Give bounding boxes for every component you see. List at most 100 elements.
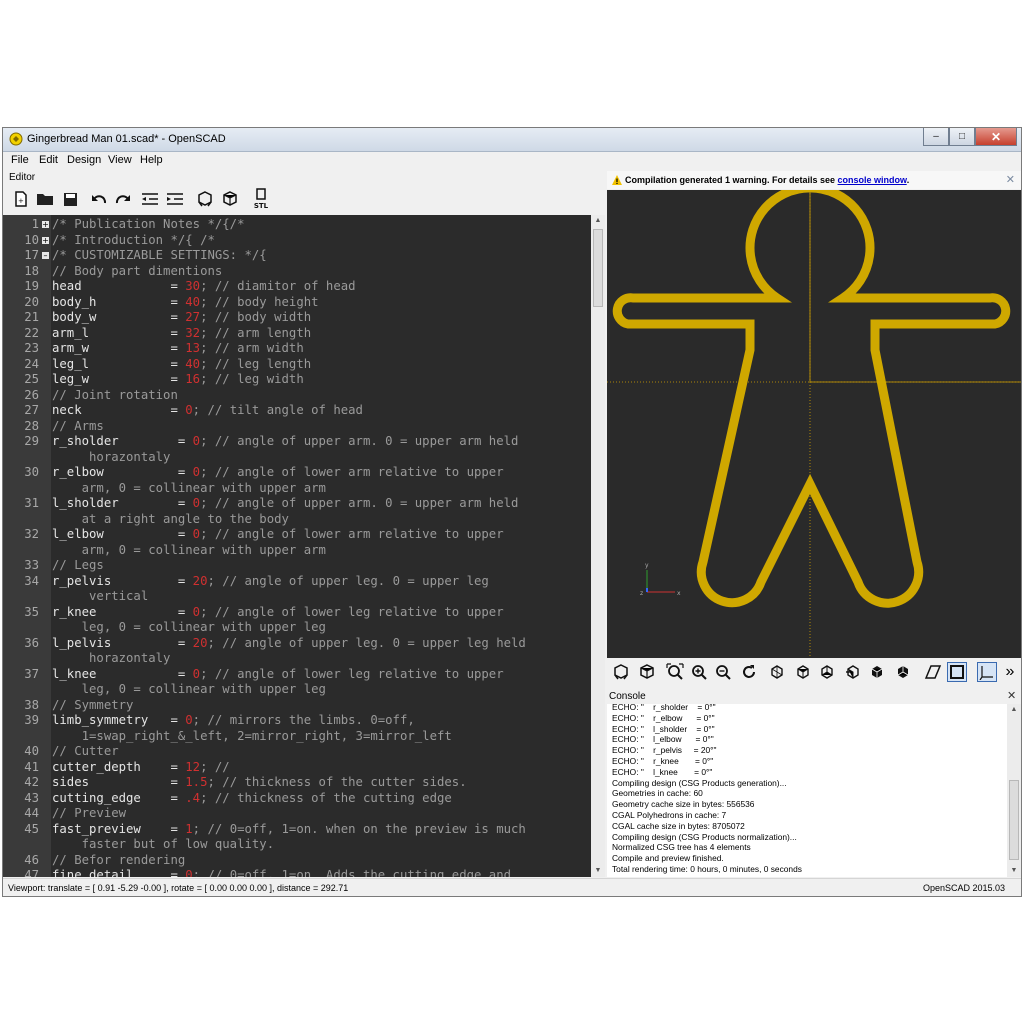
console-close-icon[interactable]: ✕ xyxy=(1007,689,1016,702)
code-line[interactable]: faster but of low quality. xyxy=(3,837,591,853)
code-line[interactable]: 32 l_elbow = 0; // angle of lower arm rel… xyxy=(3,527,591,543)
menu-view[interactable]: View xyxy=(108,154,132,166)
title-bar[interactable]: Gingerbread Man 01.scad* - OpenSCAD – □ … xyxy=(3,128,1021,152)
preview-icon[interactable] xyxy=(195,189,215,209)
code-token: // Legs xyxy=(52,558,104,572)
code-line[interactable]: horazontaly xyxy=(3,450,591,466)
code-line[interactable]: 24 leg_l = 40; // leg length xyxy=(3,357,591,373)
code-line[interactable]: 31 l_sholder = 0; // angle of upper arm. … xyxy=(3,496,591,512)
code-line[interactable]: 36 l_pelvis = 20; // angle of upper leg. … xyxy=(3,636,591,652)
openscad-logo-icon xyxy=(9,132,23,146)
show-axes-icon[interactable] xyxy=(977,662,997,682)
toolbar-overflow-icon[interactable]: » xyxy=(1003,662,1017,682)
redo-icon[interactable] xyxy=(113,189,133,209)
indent-icon[interactable] xyxy=(165,189,185,209)
render-icon[interactable] xyxy=(637,662,657,682)
fold-expand-icon[interactable]: + xyxy=(42,236,49,244)
code-line[interactable]: 17–/* CUSTOMIZABLE SETTINGS: */{ xyxy=(3,248,591,264)
console-scroll-up-icon[interactable]: ▲ xyxy=(1007,704,1021,716)
minimize-button[interactable]: – xyxy=(923,128,949,146)
code-line[interactable]: 34 r_pelvis = 20; // angle of upper leg. … xyxy=(3,574,591,590)
editor-scroll-thumb[interactable] xyxy=(593,229,603,307)
code-line[interactable]: 29 r_sholder = 0; // angle of upper arm. … xyxy=(3,434,591,450)
code-line[interactable]: 25 leg_w = 16; // leg width xyxy=(3,372,591,388)
code-line[interactable]: arm, 0 = collinear with upper arm xyxy=(3,543,591,559)
code-line[interactable]: 38 // Symmetry xyxy=(3,698,591,714)
view-front-icon[interactable] xyxy=(867,662,887,682)
orthogonal-icon[interactable] xyxy=(947,662,967,682)
code-line[interactable]: 30 r_elbow = 0; // angle of lower arm rel… xyxy=(3,465,591,481)
code-line[interactable]: 33 // Legs xyxy=(3,558,591,574)
view-all-icon[interactable] xyxy=(665,662,685,682)
code-line[interactable]: 44 // Preview xyxy=(3,806,591,822)
code-line[interactable]: 18 // Body part dimentions xyxy=(3,264,591,280)
fold-expand-icon[interactable]: + xyxy=(42,221,49,229)
view-right-icon[interactable] xyxy=(767,662,787,682)
save-icon[interactable] xyxy=(60,189,80,209)
code-line[interactable]: vertical xyxy=(3,589,591,605)
menu-help[interactable]: Help xyxy=(140,154,163,166)
view-left-icon[interactable] xyxy=(843,662,863,682)
code-line[interactable]: 35 r_knee = 0; // angle of lower leg rela… xyxy=(3,605,591,621)
code-line[interactable]: 46 // Befor rendering xyxy=(3,853,591,869)
perspective-icon[interactable] xyxy=(923,662,943,682)
menu-file[interactable]: File xyxy=(11,154,29,166)
warning-close-icon[interactable]: ✕ xyxy=(1006,173,1015,186)
code-line[interactable]: 23 arm_w = 13; // arm width xyxy=(3,341,591,357)
reset-view-icon[interactable] xyxy=(739,662,759,682)
code-line[interactable]: 43 cutting_edge = .4; // thickness of the… xyxy=(3,791,591,807)
export-stl-button[interactable]: STL xyxy=(250,188,272,210)
console-scroll-thumb[interactable] xyxy=(1009,780,1019,860)
undo-icon[interactable] xyxy=(89,189,109,209)
zoom-in-icon[interactable] xyxy=(689,662,709,682)
console-line: Geometries in cache: 60 xyxy=(612,788,703,799)
code-line[interactable]: 37 l_knee = 0; // angle of lower leg rela… xyxy=(3,667,591,683)
code-line[interactable]: 42 sides = 1.5; // thickness of the cutte… xyxy=(3,775,591,791)
console-scroll-down-icon[interactable]: ▼ xyxy=(1007,865,1021,877)
maximize-button[interactable]: □ xyxy=(949,128,975,146)
preview-icon[interactable] xyxy=(611,662,631,682)
menu-design[interactable]: Design xyxy=(67,154,101,166)
view-top-icon[interactable] xyxy=(793,662,813,682)
editor-scrollbar[interactable]: ▲ ▼ xyxy=(591,215,605,877)
menu-edit[interactable]: Edit xyxy=(39,154,58,166)
code-line[interactable]: leg, 0 = collinear with upper leg xyxy=(3,682,591,698)
new-file-icon[interactable]: + xyxy=(11,189,31,209)
warning-text: Compilation generated 1 warning. For det… xyxy=(625,175,910,185)
code-line[interactable]: 22 arm_l = 32; // arm length xyxy=(3,326,591,342)
code-line[interactable]: 1=swap_right_&_left, 2=mirror_right, 3=m… xyxy=(3,729,591,745)
scroll-up-icon[interactable]: ▲ xyxy=(591,215,605,227)
scroll-down-icon[interactable]: ▼ xyxy=(591,865,605,877)
console-output[interactable]: ECHO: " r_sholder = 0°" ECHO: " r_elbow =… xyxy=(607,704,1007,877)
code-line[interactable]: 20 body_h = 40; // body height xyxy=(3,295,591,311)
code-line[interactable]: arm, 0 = collinear with upper arm xyxy=(3,481,591,497)
view-bottom-icon[interactable] xyxy=(817,662,837,682)
code-line[interactable]: leg, 0 = collinear with upper leg xyxy=(3,620,591,636)
render-icon[interactable] xyxy=(220,189,240,209)
console-window-link[interactable]: console window xyxy=(838,175,907,185)
code-line[interactable]: 39 limb_symmetry = 0; // mirrors the limb… xyxy=(3,713,591,729)
code-line[interactable]: 21 body_w = 27; // body width xyxy=(3,310,591,326)
unindent-icon[interactable] xyxy=(140,189,160,209)
code-line[interactable]: 19 head = 30; // diamitor of head xyxy=(3,279,591,295)
code-line[interactable]: 47 fine_detail = 0; // 0=off, 1=on. Adds … xyxy=(3,868,591,877)
view-back-icon[interactable] xyxy=(893,662,913,682)
code-line[interactable]: 28 // Arms xyxy=(3,419,591,435)
code-line[interactable]: 27 neck = 0; // tilt angle of head xyxy=(3,403,591,419)
console-scrollbar[interactable]: ▲ ▼ xyxy=(1007,704,1021,877)
open-folder-icon[interactable] xyxy=(35,189,55,209)
code-line[interactable]: 10 +/* Introduction */{ /* xyxy=(3,233,591,249)
fold-collapse-icon[interactable]: – xyxy=(42,252,49,260)
code-line[interactable]: 41 cutter_depth = 12; // xyxy=(3,760,591,776)
code-line[interactable]: 1 +/* Publication Notes */{/* xyxy=(3,217,591,233)
code-editor[interactable]: 1 +/* Publication Notes */{/* 10 +/* Introd… xyxy=(3,215,591,877)
code-line[interactable]: 40 // Cutter xyxy=(3,744,591,760)
close-button[interactable]: ✕ xyxy=(975,128,1017,146)
code-line[interactable]: horazontaly xyxy=(3,651,591,667)
code-line[interactable]: 26 // Joint rotation xyxy=(3,388,591,404)
code-line[interactable]: at a right angle to the body xyxy=(3,512,591,528)
zoom-out-icon[interactable] xyxy=(713,662,733,682)
3d-viewport[interactable]: y z x xyxy=(607,183,1021,658)
code-line[interactable]: 45 fast_preview = 1; // 0=off, 1=on. when… xyxy=(3,822,591,838)
code-token: 12 xyxy=(185,759,201,774)
